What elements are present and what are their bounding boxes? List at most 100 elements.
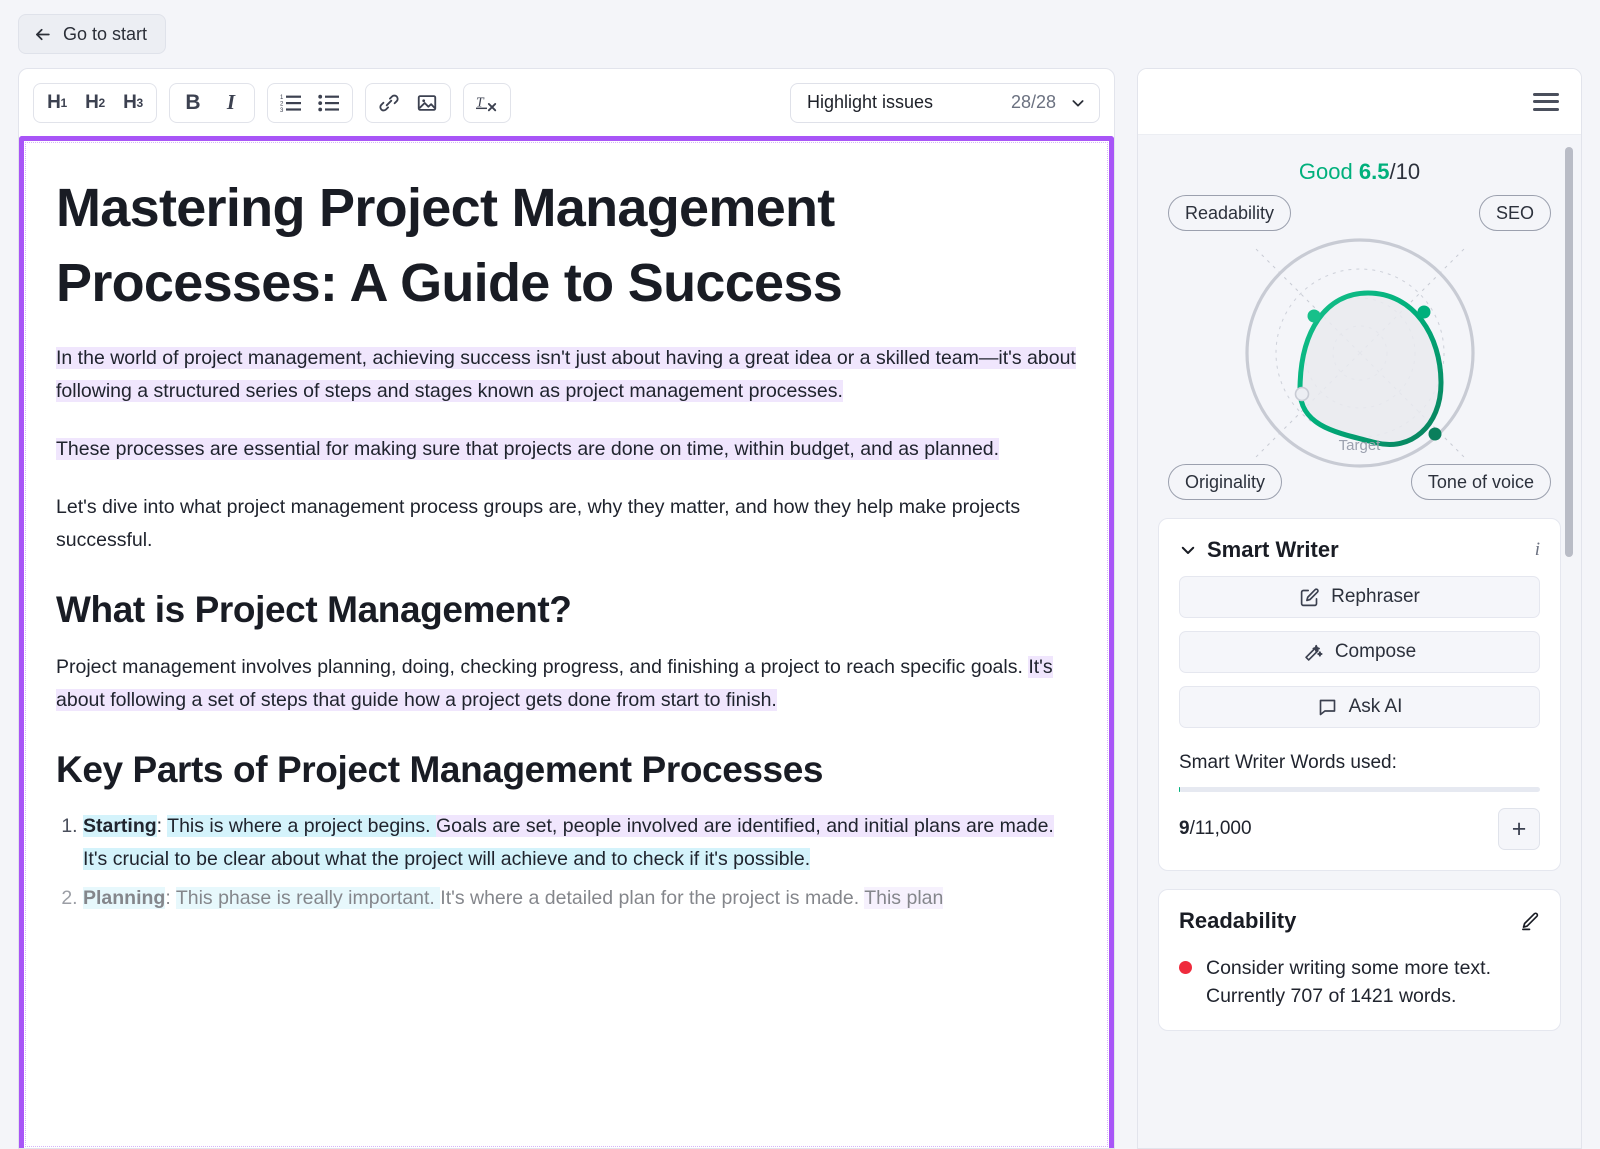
svg-text:1: 1 [280, 95, 284, 101]
bullet-list-button[interactable] [310, 86, 348, 120]
smart-writer-words-total: /11,000 [1190, 818, 1252, 839]
ordered-list: Starting: This is where a project begins… [56, 810, 1077, 915]
highlighted-run: This is where a project begins. [167, 815, 436, 837]
insert-button-group [365, 83, 451, 123]
assistant-panel-body: Good 6.5/10 Readability SEO Tone of voic… [1138, 135, 1581, 1148]
smart-writer-title: Smart Writer [1207, 537, 1339, 563]
editor-panel: H1 H2 H3 B I 1 [18, 68, 1115, 1149]
readability-card: Readability Consider writing some more t… [1158, 889, 1561, 1031]
document-content[interactable]: Mastering Project Management Processes: … [24, 141, 1109, 1148]
overall-score: Good 6.5/10 [1164, 159, 1555, 185]
document-blocks: In the world of project management, achi… [56, 342, 1077, 915]
svg-text:3: 3 [280, 108, 284, 113]
top-bar: Go to start [0, 0, 1600, 68]
chevron-down-icon[interactable] [1179, 541, 1197, 559]
editor-toolbar: H1 H2 H3 B I 1 [19, 69, 1114, 136]
arrow-left-icon [33, 25, 52, 44]
radar-center-label: Target [1339, 437, 1381, 454]
highlighted-run: Starting [83, 815, 157, 837]
chevron-down-icon [1070, 95, 1086, 111]
text-run: : [157, 815, 167, 837]
rephrase-pencil-icon [1299, 587, 1320, 608]
clear-formatting-button[interactable]: T [468, 86, 506, 120]
bold-button[interactable]: B [174, 86, 212, 120]
document-editing-area[interactable]: Mastering Project Management Processes: … [19, 136, 1114, 1148]
heading-1-label: H [47, 92, 60, 114]
readability-title: Readability [1179, 908, 1296, 934]
readability-issue-item: Consider writing some more text. Current… [1179, 954, 1540, 1010]
link-button[interactable] [370, 86, 408, 120]
hamburger-menu-icon[interactable] [1533, 93, 1559, 111]
image-button[interactable] [408, 86, 446, 120]
radar-axis-readability[interactable]: Readability [1168, 195, 1291, 231]
radar-point-tone-of-voice [1428, 428, 1441, 441]
paragraph: Let's dive into what project management … [56, 491, 1077, 557]
compose-label: Compose [1335, 641, 1416, 663]
smart-writer-words-value: 9/11,000 [1179, 818, 1252, 840]
go-to-start-button[interactable]: Go to start [18, 14, 166, 54]
smart-writer-header: Smart Writer i [1179, 537, 1540, 563]
smart-writer-progress-fill [1179, 787, 1180, 792]
highlighted-run: These processes are essential for making… [56, 438, 999, 460]
heading-3-button[interactable]: H3 [114, 86, 152, 120]
heading-3-sub: 3 [137, 96, 143, 110]
highlight-issues-select[interactable]: Highlight issues 28/28 [790, 83, 1100, 123]
format-button-group: B I [169, 83, 255, 123]
clear-formatting-icon: T [475, 92, 499, 114]
ordered-list-button[interactable]: 1 2 3 [272, 86, 310, 120]
heading-3-label: H [123, 92, 136, 114]
link-icon [378, 92, 400, 114]
radar-axis-seo-label: SEO [1496, 203, 1534, 224]
ask-ai-button[interactable]: Ask AI [1179, 686, 1540, 728]
heading-2-label: H [85, 92, 98, 114]
go-to-start-label: Go to start [63, 24, 147, 45]
info-icon[interactable]: i [1535, 539, 1540, 561]
text-run: Let's dive into what project management … [56, 496, 1020, 551]
heading-1-sub: 1 [61, 96, 67, 110]
paragraph: These processes are essential for making… [56, 433, 1077, 466]
score-section: Good 6.5/10 Readability SEO Tone of voic… [1138, 135, 1581, 500]
italic-icon: I [227, 90, 235, 115]
image-icon [416, 92, 438, 114]
heading-button-group: H1 H2 H3 [33, 83, 157, 123]
status-badge-dot [1179, 961, 1192, 974]
readability-issue-text: Consider writing some more text. Current… [1206, 954, 1540, 1010]
text-run: It's where a detailed plan for the proje… [440, 887, 864, 909]
chat-bubble-icon [1317, 697, 1338, 718]
main-stage: H1 H2 H3 B I 1 [0, 68, 1600, 1149]
section-heading: Key Parts of Project Management Processe… [56, 743, 1077, 797]
heading-2-sub: 2 [99, 96, 105, 110]
heading-2-button[interactable]: H2 [76, 86, 114, 120]
highlighted-run: This phase is really important. [176, 887, 440, 909]
bold-icon: B [185, 91, 200, 115]
heading-1-button[interactable]: H1 [38, 86, 76, 120]
radar-point-readability [1307, 310, 1320, 323]
highlighted-run: This plan [864, 887, 943, 909]
smart-writer-words-label: Smart Writer Words used: [1179, 752, 1540, 774]
pencil-icon[interactable] [1519, 911, 1540, 932]
highlight-issues-count: 28/28 [1011, 92, 1056, 113]
highlighted-run: Goals are set, people involved are ident… [436, 815, 1054, 837]
rephraser-label: Rephraser [1331, 586, 1420, 608]
assistant-panel-header [1138, 69, 1581, 135]
smart-writer-progress-bar [1179, 787, 1540, 792]
section-heading: What is Project Management? [56, 583, 1077, 637]
ask-ai-label: Ask AI [1349, 696, 1403, 718]
highlight-issues-label: Highlight issues [807, 92, 933, 113]
svg-text:T: T [476, 94, 485, 109]
rephraser-button[interactable]: Rephraser [1179, 576, 1540, 618]
compose-button[interactable]: Compose [1179, 631, 1540, 673]
smart-writer-words-used: 9 [1179, 818, 1190, 839]
add-words-button[interactable]: + [1498, 808, 1540, 850]
smart-writer-words-row: 9/11,000 + [1179, 808, 1540, 850]
radar-point-originality [1295, 388, 1308, 401]
list-button-group: 1 2 3 [267, 83, 353, 123]
italic-button[interactable]: I [212, 86, 250, 120]
radar-axis-readability-label: Readability [1185, 203, 1274, 224]
text-run: Project management involves planning, do… [56, 656, 1028, 678]
radar-axis-seo[interactable]: SEO [1479, 195, 1551, 231]
magic-wand-icon [1303, 642, 1324, 663]
list-item: Starting: This is where a project begins… [83, 810, 1077, 876]
svg-text:2: 2 [280, 101, 284, 107]
paragraph: In the world of project management, achi… [56, 342, 1077, 408]
